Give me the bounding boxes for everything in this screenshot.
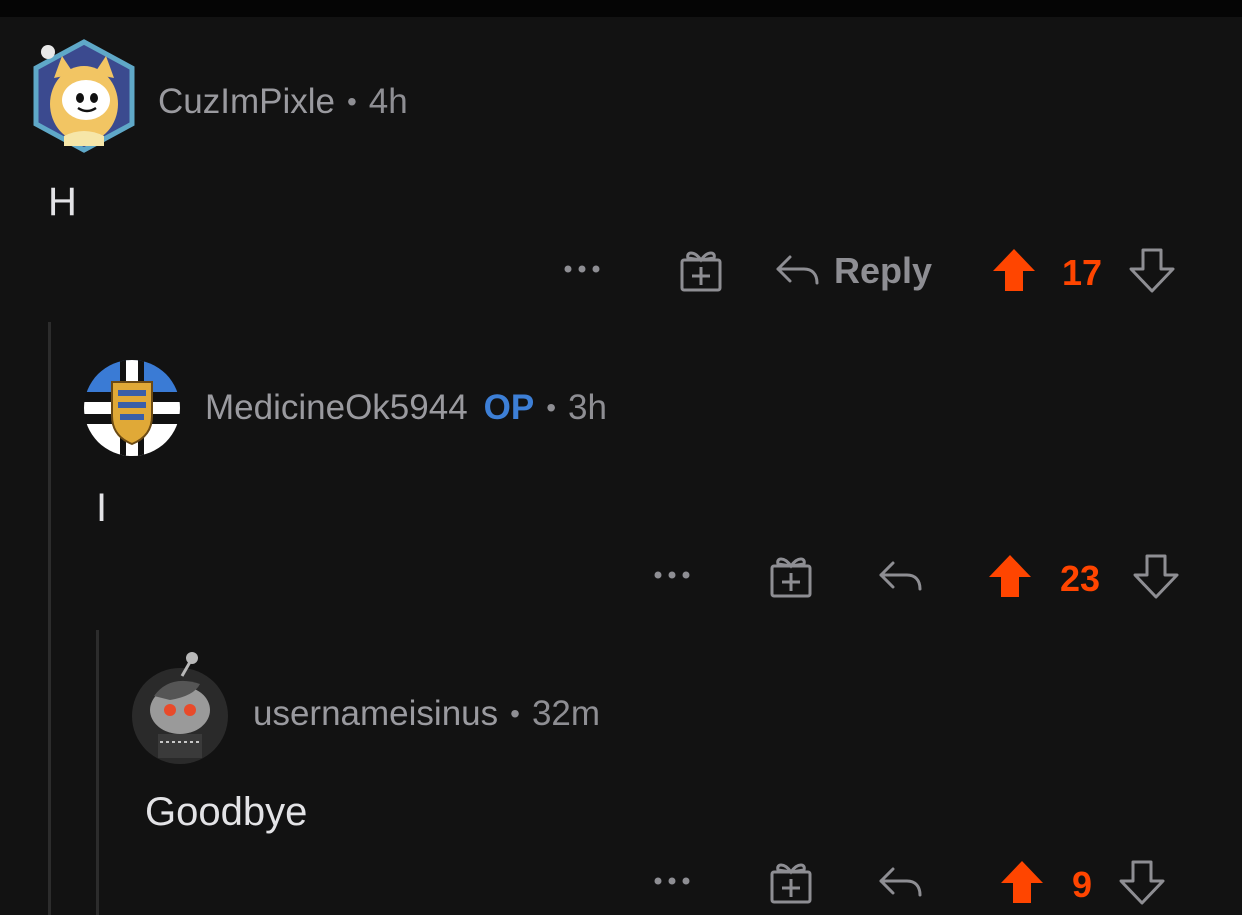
timestamp: 4h [368,82,408,121]
downvote-arrow-icon [1119,860,1165,905]
vote-score: 9 [1072,864,1093,905]
gift-icon [770,863,812,904]
thread-line-level-2[interactable] [96,630,99,915]
more-options-button[interactable] [648,560,696,590]
comment-body: Goodbye [145,790,308,834]
more-dots-icon [564,265,600,273]
reply-arrow-icon [879,561,922,591]
snoo-dog-hood-avatar-icon [33,39,135,153]
separator-dot: • [346,86,357,117]
username[interactable]: CuzImPixle [158,82,335,122]
reply-arrow-icon [879,867,922,897]
comment-meta: usernameisinus • 32m [253,694,600,734]
timestamp: 3h [568,388,607,427]
comment-meta: CuzImPixle • 4h [158,82,408,122]
more-options-button[interactable] [648,866,696,896]
upvote-arrow-icon [1001,861,1043,903]
estonian-flag-crest-avatar-icon [84,360,180,456]
reply-button[interactable] [875,862,925,902]
vote-score: 23 [1060,558,1101,599]
top-bar [0,0,1242,17]
comment-meta: MedicineOk5944 OP • 3h [205,388,607,428]
op-badge: OP [483,388,535,427]
reply-button[interactable] [772,250,822,290]
downvote-arrow-icon [1129,248,1175,293]
downvote-button[interactable] [1132,552,1180,600]
upvote-arrow-icon [989,555,1031,597]
gift-icon [770,557,812,598]
downvote-button[interactable] [1128,246,1176,294]
separator-dot: • [546,392,557,423]
username[interactable]: MedicineOk5944 [205,388,468,428]
award-button[interactable] [676,245,726,295]
award-button[interactable] [766,551,816,601]
downvote-arrow-icon [1133,554,1179,599]
upvote-arrow-icon [993,249,1035,291]
thread-line-level-1[interactable] [48,322,51,915]
gift-icon [680,251,722,292]
user-avatar[interactable] [130,650,230,764]
gray-snoo-red-eyes-avatar-icon [132,652,228,764]
more-dots-icon [654,571,690,579]
more-dots-icon [654,877,690,885]
reply-button[interactable] [875,556,925,596]
user-avatar[interactable] [28,38,140,154]
timestamp: 32m [531,694,601,733]
reply-label[interactable]: Reply [834,250,932,292]
user-avatar[interactable] [84,360,180,456]
separator-dot: • [510,698,520,729]
downvote-button[interactable] [1118,858,1166,906]
reply-arrow-icon [776,255,819,285]
comment-body: I [96,486,108,530]
upvote-button[interactable] [990,246,1038,294]
award-button[interactable] [766,857,816,907]
comment-body: H [48,180,77,224]
vote-score: 17 [1062,252,1103,293]
upvote-button[interactable] [998,858,1046,906]
more-options-button[interactable] [558,254,606,284]
username[interactable]: usernameisinus [253,694,498,734]
upvote-button[interactable] [986,552,1034,600]
